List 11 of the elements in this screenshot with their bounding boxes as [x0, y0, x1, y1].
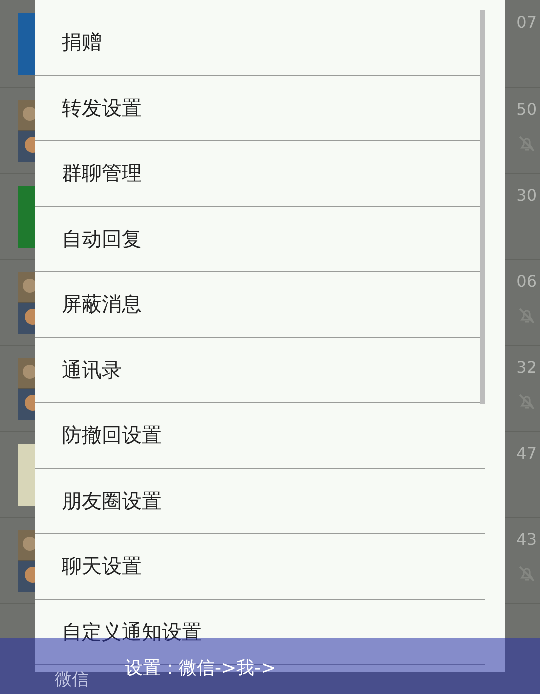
chat-time: 07: [516, 12, 537, 32]
chat-time: 06: [516, 272, 537, 292]
chat-time: 50: [516, 100, 537, 120]
chat-time: 32: [516, 358, 537, 378]
chat-time: 43: [516, 530, 537, 550]
menu-item[interactable]: 防撤回设置: [35, 403, 485, 468]
chat-time: 47: [516, 444, 537, 464]
tab-label[interactable]: 微信: [55, 668, 89, 694]
menu-item[interactable]: 聊天设置: [35, 534, 485, 600]
chat-time: 30: [516, 186, 537, 206]
menu-item[interactable]: 朋友圈设置: [35, 468, 485, 534]
